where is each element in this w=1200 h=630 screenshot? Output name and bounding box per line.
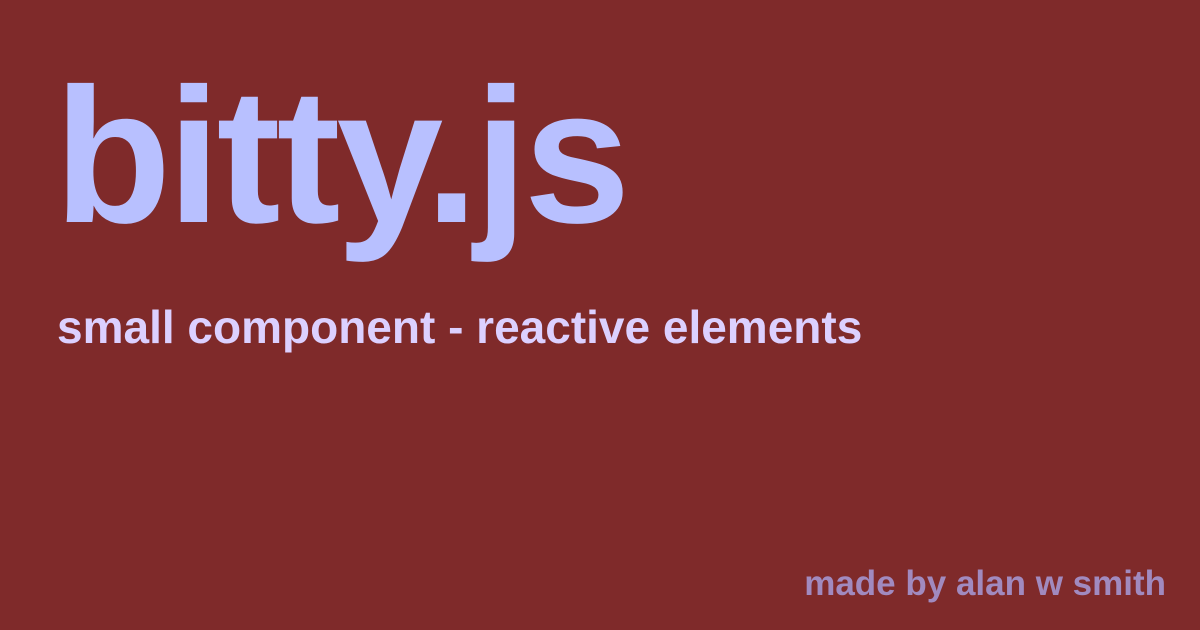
- social-card: bitty.js small component - reactive elem…: [0, 0, 1200, 630]
- project-title: bitty.js: [54, 48, 630, 263]
- project-tagline: small component - reactive elements: [57, 301, 863, 353]
- author-credit: made by alan w smith: [804, 564, 1166, 603]
